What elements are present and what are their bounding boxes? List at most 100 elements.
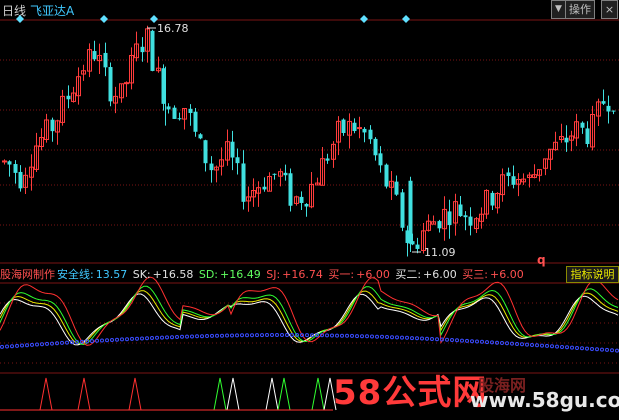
safe-line-dot: [460, 338, 464, 343]
candle-body: [458, 204, 463, 217]
candle-body: [50, 119, 55, 132]
safe-line-dot: [375, 334, 379, 339]
safe-line-dot: [20, 343, 24, 348]
safe-line-dot: [340, 333, 344, 338]
safe-line-dot: [515, 342, 519, 346]
safe-line-dot: [210, 333, 214, 338]
candle-body: [400, 192, 405, 228]
candle-body: [437, 221, 442, 229]
candle-body: [172, 107, 177, 119]
candle-body: [103, 52, 108, 68]
safe-line-dot: [610, 348, 614, 353]
b3-label: 买三:: [462, 268, 488, 281]
safe-line-dot: [345, 333, 349, 338]
safe-line-dot: [455, 338, 459, 343]
candle-body: [124, 82, 129, 85]
safe-line-dot: [240, 333, 244, 338]
safe-line-dot: [445, 337, 449, 342]
safe-line-dot: [215, 333, 219, 338]
b2-value: +6.00: [423, 268, 457, 281]
diamond-icon: [16, 15, 24, 23]
watermark-url: www.58gu.com: [470, 388, 619, 412]
safe-line-dot: [470, 339, 474, 344]
safe-line-dot: [400, 335, 404, 340]
marker-q: q: [537, 253, 546, 267]
safe-line-dot: [155, 335, 159, 340]
safe-line-dot: [150, 336, 154, 340]
safe-line-dot: [350, 333, 354, 338]
sj-label: SJ:: [266, 268, 281, 281]
candle-body: [7, 161, 12, 165]
safe-line-dot: [510, 341, 514, 346]
safe-line-dot: [220, 333, 224, 338]
candle-body: [13, 164, 18, 173]
safe-line-dot: [540, 343, 544, 348]
safe-line-dot: [115, 337, 119, 342]
safe-line-dot: [105, 338, 109, 343]
candle-body: [580, 122, 585, 128]
candle-body: [463, 215, 468, 218]
safe-line-dot: [335, 333, 339, 338]
safe-line-dot: [355, 334, 359, 339]
safe-line-dot: [270, 333, 274, 337]
watermark-brand: 58公式网: [333, 373, 488, 413]
candle-body: [341, 119, 346, 134]
candle-body: [506, 172, 511, 177]
safe-line-dot: [275, 333, 279, 337]
b2-label: 买二:: [395, 268, 422, 281]
safe-line-dot: [575, 346, 579, 350]
candle-body: [384, 164, 389, 187]
safe-line-dot: [430, 337, 434, 341]
safe-line-dot: [250, 333, 254, 338]
buy-signal-marker: [226, 377, 240, 411]
safe-line-dot: [405, 335, 409, 340]
safe-line-dot: [110, 338, 114, 342]
safe-line-dot: [130, 336, 134, 341]
safe-line-dot: [25, 343, 29, 348]
safe-line-dot: [555, 344, 559, 349]
safe-line-dot: [125, 337, 129, 342]
safe-line-dot: [390, 335, 394, 340]
safe-line-dot: [280, 333, 284, 337]
safe-line-dot: [565, 345, 569, 350]
candle-body: [283, 172, 288, 176]
safe-line-dot: [490, 340, 494, 345]
safe-line-dot: [450, 338, 454, 342]
safe-line-dot: [35, 342, 39, 347]
candle-body: [373, 138, 378, 156]
safe-line-dot: [145, 336, 149, 341]
safe-line-dot: [40, 342, 44, 347]
safe-line-dot: [360, 334, 364, 339]
safe-line-dot: [30, 342, 34, 347]
candle-body: [378, 153, 383, 166]
safe-line-dot: [285, 333, 289, 337]
candle-body: [209, 163, 214, 171]
indicator-legend: 股海网制作 安全线: 13.57 SK: +16.58 SD: +16.49 SJ: +1…: [0, 266, 526, 282]
candle-body: [150, 30, 155, 71]
candle-body: [468, 216, 473, 226]
safe-label: 安全线:: [57, 268, 94, 281]
safe-line-dot: [545, 343, 549, 348]
safe-line-dot: [65, 340, 69, 345]
safe-line-dot: [505, 341, 509, 346]
safe-line-dot: [50, 341, 54, 346]
safe-line-dot: [525, 342, 529, 347]
candle-body: [18, 171, 23, 189]
indicator-help-button[interactable]: 指标说明: [566, 266, 619, 283]
safe-line-dot: [590, 347, 594, 351]
candle-body: [325, 158, 330, 161]
candle-body: [611, 110, 616, 112]
safe-line-dot: [5, 344, 9, 349]
sk-value: +16.58: [152, 268, 194, 281]
candle-body: [408, 180, 413, 244]
sd-label: SD:: [198, 268, 219, 281]
safe-line-dot: [415, 336, 419, 341]
candle-body: [447, 211, 452, 226]
safe-line-dot: [235, 333, 239, 338]
safe-line-dot: [60, 340, 64, 345]
safe-line-dot: [365, 334, 369, 339]
candle-body: [262, 186, 267, 190]
candlestick-chart[interactable]: 16.78 11.09 q: [0, 0, 619, 420]
candle-body: [166, 106, 171, 110]
safe-line-dot: [615, 348, 619, 353]
